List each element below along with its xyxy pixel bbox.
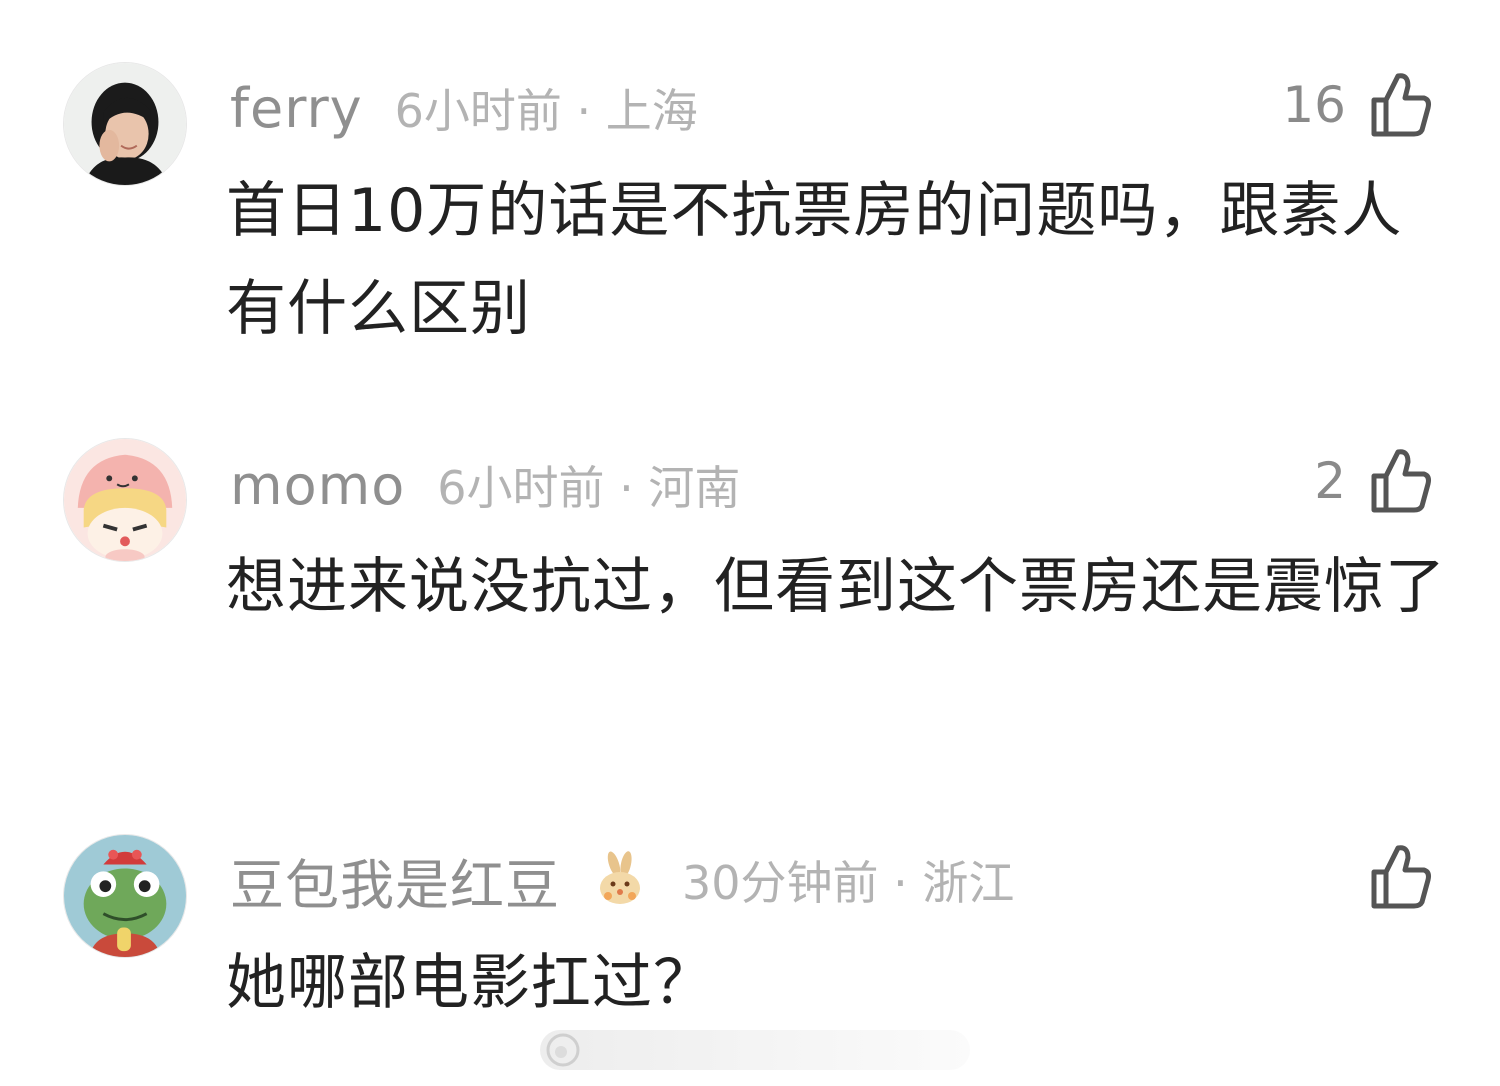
avatar[interactable] — [63, 438, 187, 562]
weibo-watermark-icon — [546, 1033, 580, 1067]
comment-meta: 豆包我是红豆 30分钟前 · 浙江 — [230, 850, 1015, 917]
avatar-image — [64, 835, 186, 957]
like-count: 2 — [1314, 452, 1346, 510]
comment-text: 首日10万的话是不抗票房的问题吗，跟素人有什么区别 — [226, 176, 1403, 344]
comment-meta: ferry 6小时前 · 上海 — [230, 77, 698, 140]
like-button[interactable]: 2 — [1314, 446, 1434, 516]
username[interactable]: ferry — [230, 77, 363, 140]
like-button[interactable]: 16 — [1282, 70, 1434, 140]
like-count: 16 — [1282, 76, 1346, 134]
thumbs-up-icon — [1371, 449, 1431, 513]
comment-meta: momo 6小时前 · 河南 — [230, 454, 741, 517]
avatar[interactable] — [63, 834, 187, 958]
watermark — [540, 1030, 970, 1070]
rabbit-badge-icon — [600, 851, 640, 904]
avatar-image — [64, 63, 186, 185]
avatar[interactable] — [63, 62, 187, 186]
username[interactable]: 豆包我是红豆 — [230, 841, 560, 920]
like-button[interactable] — [1368, 842, 1434, 912]
thumbs-up-icon — [1371, 73, 1431, 137]
avatar-image — [64, 439, 186, 561]
thumbs-up-icon — [1371, 845, 1431, 909]
comment-text: 她哪部电影扛过？ — [226, 948, 714, 1018]
username[interactable]: momo — [230, 454, 405, 517]
time-location: 30分钟前 · 浙江 — [682, 856, 1015, 910]
time-location: 6小时前 · 河南 — [437, 461, 741, 515]
comment-text: 想进来说没抗过，但看到这个票房还是震惊了 — [226, 552, 1446, 622]
time-location: 6小时前 · 上海 — [394, 84, 698, 138]
